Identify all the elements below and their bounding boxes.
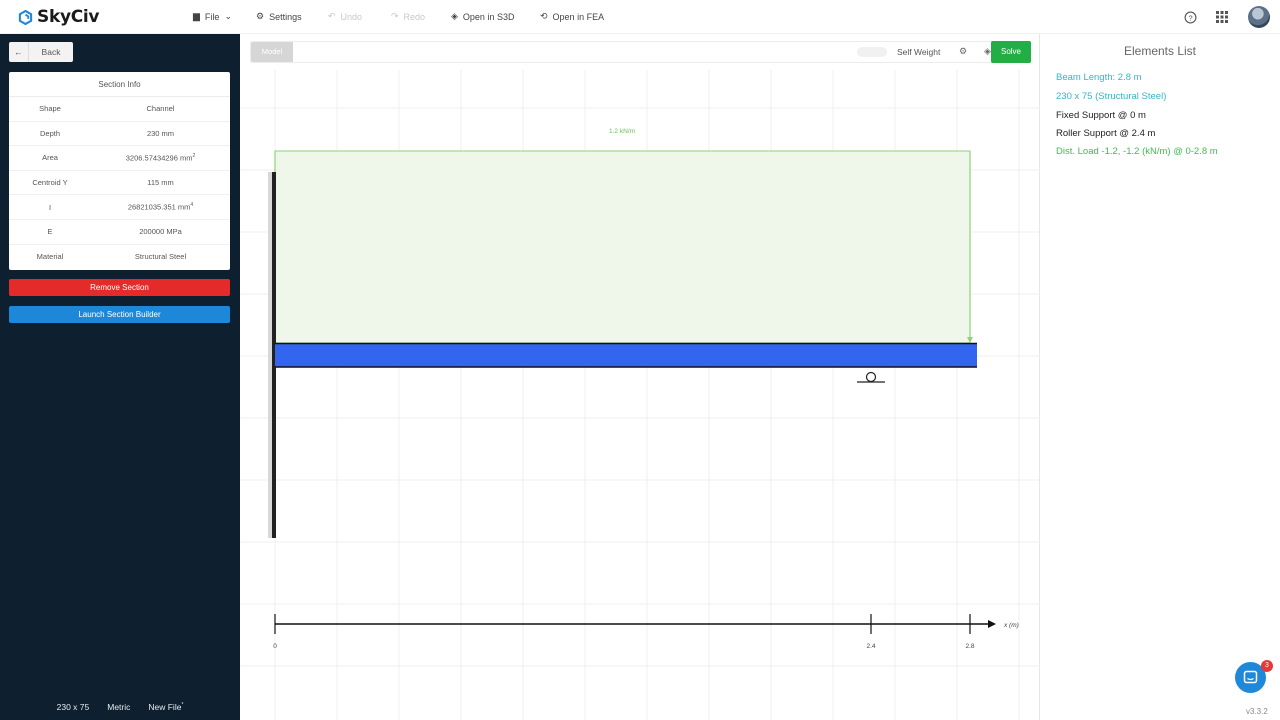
- self-weight-toggle[interactable]: [857, 47, 887, 57]
- top-bar: SkyCiv ▆ File ⌄ ⚙ Settings ↶ Undo ↷ Redo…: [0, 0, 1280, 34]
- row-key: Depth: [39, 128, 60, 138]
- back-label: Back: [41, 47, 61, 57]
- section-info-title: Section Info: [9, 72, 230, 97]
- element-distributed-load[interactable]: Dist. Load -1.2, -1.2 (kN/m) @ 0-2.8 m: [1056, 146, 1218, 157]
- chat-notification-badge: 3: [1261, 660, 1273, 672]
- section-info-card: Section Info Shape Channel Depth 230 mm …: [9, 72, 230, 270]
- svg-text:?: ?: [1188, 13, 1192, 22]
- chevron-down-icon: ⌄: [224, 11, 232, 21]
- skyciv-logo-icon: [18, 9, 33, 25]
- launch-section-builder-button[interactable]: Launch Section Builder: [9, 306, 230, 323]
- help-button[interactable]: ?: [1181, 8, 1199, 26]
- user-avatar[interactable]: [1248, 6, 1270, 28]
- row-key: Centroid Y: [32, 178, 68, 188]
- axis-tick-label: 0: [273, 643, 277, 650]
- axis-tick-label: 2.8: [965, 643, 974, 650]
- undo-button[interactable]: ↶ Undo: [328, 11, 362, 22]
- cube-icon: ◈: [451, 11, 458, 21]
- row-key: I: [48, 202, 52, 212]
- redo-label: Redo: [403, 11, 426, 22]
- gear-icon: ⚙: [256, 11, 265, 21]
- open-s3d-button[interactable]: ◈ Open in S3D: [451, 11, 514, 22]
- section-row-depth: Depth 230 mm: [9, 122, 230, 147]
- beam-member[interactable]: [275, 343, 977, 367]
- row-key: Shape: [39, 104, 61, 114]
- section-row-centroid: Centroid Y 115 mm: [9, 171, 230, 196]
- model-tab[interactable]: Model: [251, 42, 293, 62]
- apps-grid-icon: [1216, 11, 1228, 23]
- section-row-material: Material Structural Steel: [9, 245, 230, 270]
- row-key: E: [47, 227, 53, 237]
- element-fixed-support[interactable]: Fixed Support @ 0 m: [1056, 110, 1146, 121]
- help-icon: ?: [1184, 11, 1196, 23]
- inertia-unit-exponent: 4: [190, 202, 194, 209]
- beam-drawing: 1.2 kN/m 0 2.4 2.8 x (m): [240, 70, 1040, 720]
- open-s3d-label: Open in S3D: [462, 11, 515, 22]
- canvas-toolbar: Model Self Weight ⚙ ◈ Solve: [250, 41, 1031, 63]
- app-version: v3.3.2: [1246, 707, 1268, 716]
- distributed-load-label: 1.2 kN/m: [609, 128, 635, 135]
- row-key: Material: [36, 252, 64, 262]
- file-menu-label: File: [204, 11, 220, 22]
- open-fea-label: Open in FEA: [552, 11, 605, 22]
- undo-label: Undo: [340, 11, 363, 22]
- arrow-left-icon: ←: [9, 42, 29, 62]
- redo-button[interactable]: ↷ Redo: [391, 11, 425, 22]
- element-roller-support[interactable]: Roller Support @ 2.4 m: [1056, 128, 1155, 139]
- undo-icon: ↶: [328, 11, 336, 21]
- app-name: SkyCiv: [37, 7, 100, 27]
- left-sidebar: ← Back Section Info Shape Channel Depth …: [0, 34, 240, 720]
- unsaved-mark: *: [181, 702, 184, 709]
- axis-tick-label: 2.4: [866, 643, 875, 650]
- row-value: 200000 MPa: [139, 227, 182, 237]
- element-beam-length[interactable]: Beam Length: 2.8 m: [1056, 72, 1142, 83]
- elements-list-title: Elements List: [1123, 44, 1197, 58]
- row-key: Area: [42, 153, 58, 163]
- sidebar-footer: 230 x 75 Metric New File*: [0, 702, 240, 712]
- row-value: Channel: [146, 104, 175, 114]
- area-unit-exponent: 2: [192, 153, 196, 160]
- section-row-inertia: I 26821035.351 mm4: [9, 195, 230, 220]
- cube-view-icon[interactable]: ◈: [984, 46, 991, 57]
- inertia-value: 26821035.351 mm: [127, 202, 191, 212]
- back-button[interactable]: ← Back: [9, 42, 73, 62]
- section-row-modulus: E 200000 MPa: [9, 220, 230, 245]
- settings-label: Settings: [269, 11, 302, 22]
- settings-menu[interactable]: ⚙ Settings: [256, 11, 302, 22]
- apps-grid-button[interactable]: [1213, 8, 1231, 26]
- x-axis-label: x (m): [1003, 622, 1019, 629]
- footer-file-name: New File: [148, 702, 182, 712]
- footer-units[interactable]: Metric: [107, 702, 130, 712]
- row-value: 26821035.351 mm4: [91, 202, 230, 212]
- section-row-shape: Shape Channel: [9, 97, 230, 122]
- file-icon: ▆: [193, 11, 200, 21]
- row-value: 230 mm: [146, 128, 175, 138]
- skyciv-logo[interactable]: SkyCiv: [18, 7, 100, 27]
- redo-icon: ↷: [391, 11, 399, 21]
- footer-file[interactable]: New File*: [148, 702, 183, 712]
- row-value: 115 mm: [147, 178, 174, 188]
- row-value: Structural Steel: [134, 252, 187, 262]
- open-fea-button[interactable]: ⟲ Open in FEA: [540, 11, 604, 22]
- self-weight-label: Self Weight: [897, 47, 941, 57]
- distributed-load-area[interactable]: [274, 150, 971, 344]
- footer-section[interactable]: 230 x 75: [57, 702, 90, 712]
- roller-support[interactable]: [857, 371, 885, 383]
- row-value: 3206.57434296 mm2: [91, 153, 230, 163]
- solve-button[interactable]: Solve: [991, 41, 1031, 63]
- section-row-area: Area 3206.57434296 mm2: [9, 146, 230, 171]
- model-canvas[interactable]: 1.2 kN/m 0 2.4 2.8 x (m) Model Self Weig…: [240, 34, 1040, 720]
- remove-section-button[interactable]: Remove Section: [9, 279, 230, 296]
- element-section[interactable]: 230 x 75 (Structural Steel): [1056, 91, 1166, 102]
- fixed-support-shadow: [268, 172, 272, 538]
- cog-settings-icon[interactable]: ⚙: [959, 46, 967, 57]
- elements-list-panel: Elements List Beam Length: 2.8 m 230 x 7…: [1040, 34, 1280, 720]
- fea-icon: ⟲: [540, 11, 548, 21]
- file-menu[interactable]: ▆ File ⌄: [193, 11, 232, 22]
- x-axis: [274, 614, 996, 634]
- area-value: 3206.57434296 mm: [125, 153, 193, 163]
